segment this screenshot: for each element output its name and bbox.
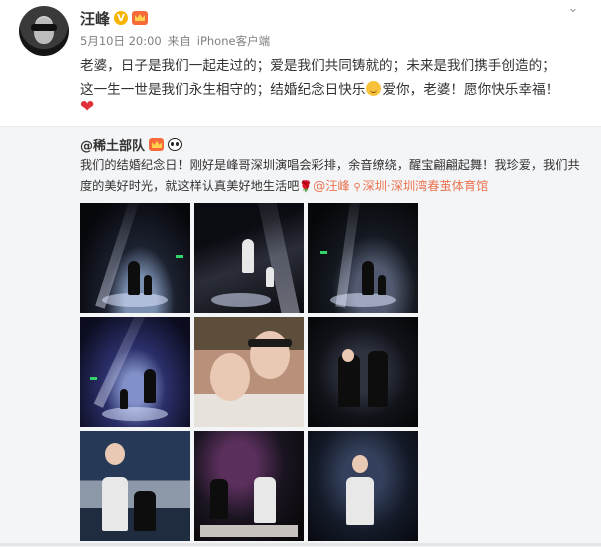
- weibo-post-card: 汪峰 V ⌄ 5月10日 20:00 来自 iPhone客户端 老婆，日子是我们…: [0, 0, 601, 547]
- stage-light-beam: [335, 203, 362, 308]
- source-prefix: 来自: [167, 34, 191, 48]
- photo-3[interactable]: [308, 203, 418, 313]
- heart-emoji-icon: ❤: [80, 97, 95, 117]
- author-row: 汪峰 V: [80, 8, 149, 29]
- post-meta: 5月10日 20:00 来自 iPhone客户端: [80, 33, 270, 49]
- photo-5[interactable]: [194, 317, 304, 427]
- author-name[interactable]: 汪峰: [80, 8, 110, 29]
- verified-badge-icon[interactable]: V: [114, 11, 129, 25]
- repost-author-name[interactable]: @稀土部队: [80, 135, 145, 154]
- post-source[interactable]: iPhone客户端: [197, 33, 270, 49]
- avatar-face: [34, 18, 54, 44]
- stage-spotlight: [102, 407, 168, 421]
- partner-figure: [210, 479, 228, 519]
- stage-spotlight: [210, 293, 271, 307]
- repost-text-line-2a: 度的美好时光，就这样认真美好地生活吧: [80, 179, 300, 193]
- performer-figure: [254, 477, 276, 523]
- partner-figure: [368, 351, 388, 407]
- repost-text-line-1: 我们的结婚纪念日！刚好是峰哥深圳演唱会彩排，余音缭绕，醒宝翩翩起舞！我珍爱，我们…: [80, 158, 580, 172]
- photo-4[interactable]: [80, 317, 190, 427]
- face: [342, 349, 354, 362]
- photo-8[interactable]: [194, 431, 304, 541]
- child-figure: [134, 491, 156, 531]
- member-crown-icon[interactable]: [149, 138, 165, 151]
- location-pin-icon: ⚲: [353, 182, 361, 193]
- smile-emoji-icon: [366, 81, 382, 96]
- mixing-console: [200, 525, 298, 537]
- stage-monitor-light: [90, 377, 97, 380]
- photo-2[interactable]: [194, 203, 304, 313]
- face-left: [210, 353, 250, 401]
- photo-6[interactable]: [308, 317, 418, 427]
- rose-icon: 🌹: [299, 180, 314, 193]
- stage-spotlight: [102, 293, 168, 307]
- mention-link[interactable]: @汪峰: [313, 179, 350, 193]
- post-text-line-1: 老婆，日子是我们一起走过的；爱是我们共同铸就的；未来是我们携手创造的；: [80, 58, 556, 74]
- member-crown-icon[interactable]: [132, 11, 149, 25]
- avatar[interactable]: [19, 6, 69, 56]
- performer-figure: [362, 261, 374, 295]
- sunglasses: [248, 339, 292, 347]
- face: [352, 455, 368, 473]
- chevron-down-icon[interactable]: ⌄: [565, 2, 581, 16]
- panda-icon: [168, 138, 183, 151]
- performer-figure: [102, 477, 128, 531]
- performer-figure: [346, 477, 374, 525]
- performer-figure: [242, 239, 254, 273]
- post-text: 老婆，日子是我们一起走过的；爱是我们共同铸就的；未来是我们携手创造的； 这一生一…: [80, 54, 580, 102]
- avatar-glasses: [31, 24, 57, 31]
- post-text-line-2: 这一生一世是我们永生相守的；结婚纪念日快乐 爱你，老婆！愿你快乐幸福！: [80, 78, 580, 102]
- child-figure: [120, 389, 128, 409]
- child-figure: [144, 275, 152, 295]
- performer-figure: [128, 261, 140, 295]
- photo-1[interactable]: [80, 203, 190, 313]
- location-link[interactable]: 深圳·深圳湾春茧体育馆: [363, 179, 489, 193]
- photo-grid: [80, 203, 419, 541]
- photo-7[interactable]: [80, 431, 190, 541]
- post-text-line-2a: 这一生一世是我们永生相守的；结婚纪念日快乐: [80, 82, 366, 98]
- face: [105, 443, 125, 465]
- child-figure: [378, 275, 386, 295]
- repost-text-line-2: 度的美好时光，就这样认真美好地生活吧🌹@汪峰 ⚲ 深圳·深圳湾春茧体育馆: [80, 176, 580, 197]
- post-date[interactable]: 5月10日 20:00: [80, 33, 162, 49]
- stage-monitor-light: [320, 251, 327, 254]
- repost-block[interactable]: @稀土部队 我们的结婚纪念日！刚好是峰哥深圳演唱会彩排，余音缭绕，醒宝翩翩起舞！…: [0, 126, 601, 547]
- photo-9[interactable]: [308, 431, 418, 541]
- child-figure: [266, 267, 274, 287]
- performer-figure: [338, 355, 360, 407]
- repost-author-row: @稀土部队: [80, 135, 183, 154]
- performer-figure: [144, 369, 156, 403]
- post-text-line-2b: 爱你，老婆！愿你快乐幸福！: [382, 82, 560, 98]
- repost-text: 我们的结婚纪念日！刚好是峰哥深圳演唱会彩排，余音缭绕，醒宝翩翩起舞！我珍爱，我们…: [80, 155, 580, 197]
- stage-spotlight: [330, 293, 396, 307]
- stage-monitor-light: [176, 255, 183, 258]
